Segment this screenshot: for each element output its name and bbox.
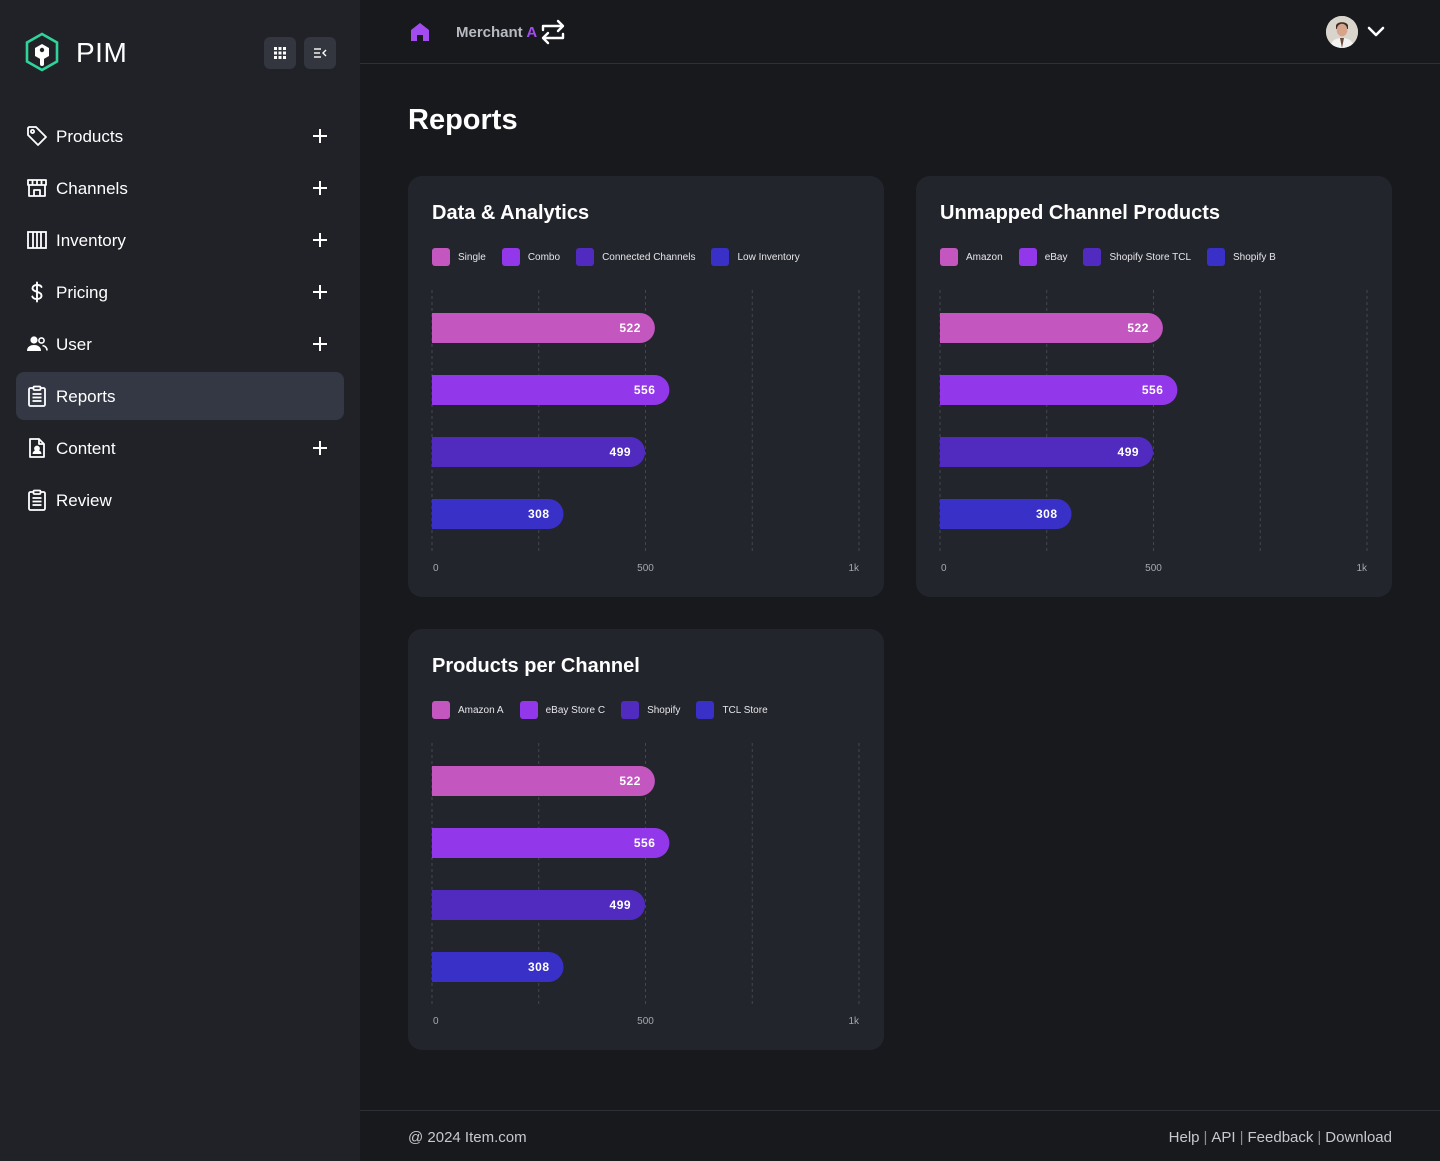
bar-value-label: 556 bbox=[634, 383, 656, 397]
page-title: Reports bbox=[408, 104, 518, 136]
footer: @ 2024 Item.com Help | API | Feedback | Downlo… bbox=[360, 1110, 1440, 1161]
x-tick-label: 1k bbox=[1356, 563, 1368, 574]
x-tick-label: 500 bbox=[637, 1016, 654, 1027]
bar-value-label: 308 bbox=[528, 960, 550, 974]
plus-icon[interactable] bbox=[310, 230, 330, 250]
collapse-sidebar-button[interactable] bbox=[304, 37, 336, 69]
dollar-icon bbox=[31, 281, 43, 303]
sidebar-item-inventory[interactable]: Inventory bbox=[16, 216, 344, 264]
merchant-selector[interactable]: Merchant A bbox=[456, 24, 537, 41]
sidebar-item-user[interactable]: User bbox=[16, 320, 344, 368]
bar-value-label: 556 bbox=[1142, 383, 1164, 397]
bar-value-label: 499 bbox=[610, 898, 632, 912]
avatar[interactable] bbox=[1326, 16, 1358, 48]
clipboard-icon bbox=[28, 385, 46, 407]
plus-icon[interactable] bbox=[310, 334, 330, 354]
merchant-suffix: A bbox=[526, 24, 538, 41]
pim-logo-icon[interactable] bbox=[24, 32, 60, 72]
sidebar-item-label: Content bbox=[56, 439, 116, 458]
plus-icon[interactable] bbox=[310, 178, 330, 198]
bar-value-label: 522 bbox=[1127, 321, 1149, 335]
footer-link-help[interactable]: Help bbox=[1169, 1129, 1200, 1146]
bar-chart: 522 556 499 308 0 500 1k bbox=[431, 290, 860, 574]
bar-value-label: 522 bbox=[619, 321, 641, 335]
plus-icon[interactable] bbox=[310, 438, 330, 458]
app-name: PIM bbox=[76, 37, 128, 68]
x-tick-label: 0 bbox=[433, 1016, 439, 1027]
chart-card-unmapped-channel-products: Unmapped Channel Products Amazon eBay Sh… bbox=[916, 176, 1392, 597]
copyright-text: @ 2024 Item.com bbox=[408, 1129, 527, 1146]
chart-card-data-analytics: Data & Analytics Single Combo Connected … bbox=[408, 176, 884, 597]
sidebar-item-label: Review bbox=[56, 491, 112, 510]
clipboard-list-icon bbox=[28, 489, 46, 511]
chart-card-products-per-channel: Products per Channel Amazon A eBay Store… bbox=[408, 629, 884, 1050]
collapse-menu-icon bbox=[314, 48, 327, 58]
bar-value-label: 308 bbox=[528, 507, 550, 521]
topbar: Merchant A bbox=[360, 0, 1440, 64]
footer-links: Help | API | Feedback | Download bbox=[1169, 1129, 1392, 1146]
sidebar-item-channels[interactable]: Channels bbox=[16, 164, 344, 212]
home-icon[interactable] bbox=[408, 20, 432, 44]
logo-row: PIM bbox=[24, 32, 336, 72]
apps-grid-button[interactable] bbox=[264, 37, 296, 69]
sidebar-item-products[interactable]: Products bbox=[16, 112, 344, 160]
sidebar-item-label: Channels bbox=[56, 179, 128, 198]
x-tick-label: 500 bbox=[1145, 563, 1162, 574]
sidebar-item-review[interactable]: Review bbox=[16, 476, 344, 524]
sidebar-nav: Products Channels Inventory Pricing User… bbox=[16, 112, 344, 528]
sidebar-item-label: Pricing bbox=[56, 283, 108, 302]
document-user-icon bbox=[29, 438, 45, 458]
chevron-down-icon[interactable] bbox=[1364, 22, 1388, 42]
footer-link-feedback[interactable]: Feedback bbox=[1248, 1129, 1314, 1146]
bar-chart: 522 556 499 308 0 500 1k bbox=[431, 743, 860, 1027]
x-tick-label: 0 bbox=[433, 563, 439, 574]
footer-link-api[interactable]: API bbox=[1211, 1129, 1235, 1146]
bar-chart: 522 556 499 308 0 500 1k bbox=[939, 290, 1368, 574]
switch-merchant-icon[interactable] bbox=[540, 18, 566, 46]
sidebar: PIM Products Channels Inventory Pricing … bbox=[0, 0, 360, 1161]
sidebar-item-reports[interactable]: Reports bbox=[16, 372, 344, 420]
sidebar-item-label: Reports bbox=[56, 387, 116, 406]
footer-link-download[interactable]: Download bbox=[1325, 1129, 1392, 1146]
grid-icon bbox=[274, 47, 286, 59]
bar-value-label: 499 bbox=[610, 445, 632, 459]
warehouse-icon bbox=[27, 231, 47, 249]
sidebar-item-pricing[interactable]: Pricing bbox=[16, 268, 344, 316]
bar-value-label: 556 bbox=[634, 836, 656, 850]
x-tick-label: 1k bbox=[848, 563, 860, 574]
link-separator: | bbox=[1203, 1129, 1208, 1146]
sidebar-item-label: Inventory bbox=[56, 231, 126, 250]
bar-value-label: 522 bbox=[619, 774, 641, 788]
bar-value-label: 499 bbox=[1118, 445, 1140, 459]
merchant-label: Merchant bbox=[456, 24, 523, 41]
plus-icon[interactable] bbox=[310, 126, 330, 146]
plus-icon[interactable] bbox=[310, 282, 330, 302]
users-icon bbox=[27, 336, 48, 351]
bar-value-label: 308 bbox=[1036, 507, 1058, 521]
sidebar-item-content[interactable]: Content bbox=[16, 424, 344, 472]
tag-icon bbox=[27, 126, 47, 146]
sidebar-item-label: User bbox=[56, 335, 92, 354]
x-tick-label: 0 bbox=[941, 563, 947, 574]
link-separator: | bbox=[1317, 1129, 1322, 1146]
store-icon bbox=[27, 179, 47, 197]
user-avatar-icon bbox=[1326, 16, 1358, 48]
link-separator: | bbox=[1239, 1129, 1244, 1146]
x-tick-label: 1k bbox=[848, 1016, 860, 1027]
sidebar-item-label: Products bbox=[56, 127, 124, 146]
x-tick-label: 500 bbox=[637, 563, 654, 574]
